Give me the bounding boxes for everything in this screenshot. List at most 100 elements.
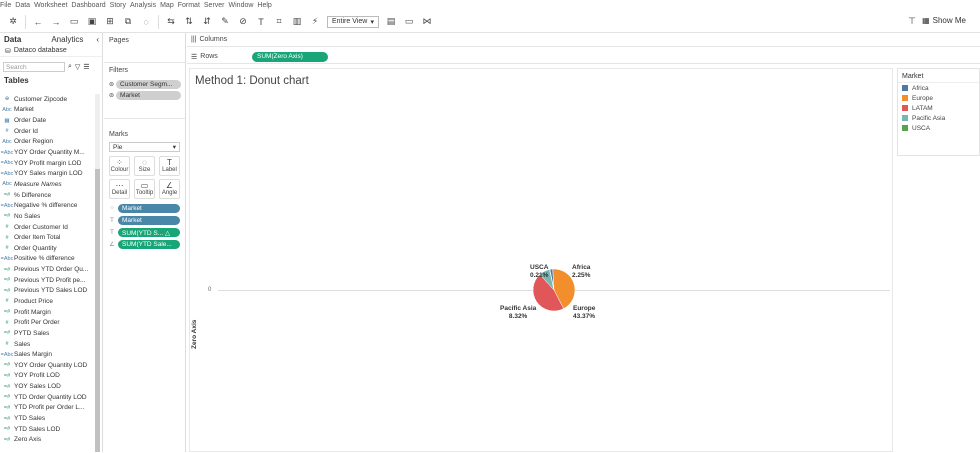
legend-item[interactable]: Africa: [898, 83, 979, 93]
menu-item-server[interactable]: Server: [204, 2, 229, 9]
mark-button-label[interactable]: T Label: [159, 156, 180, 176]
menu-item-story[interactable]: Story: [110, 2, 130, 9]
menu-item-data[interactable]: Data: [15, 2, 34, 9]
field-item[interactable]: # Order Customer Id: [0, 222, 94, 233]
field-item[interactable]: =#% Difference: [0, 190, 94, 201]
menu-item-worksheet[interactable]: Worksheet: [34, 2, 71, 9]
datasource-item[interactable]: ⛁ Dataco database: [0, 45, 102, 57]
show-cards-icon[interactable]: ▥: [291, 16, 303, 28]
highlight-icon[interactable]: ✎: [219, 16, 231, 28]
mark-button-label: Label: [162, 167, 177, 173]
mark-button-detail[interactable]: ⋯ Detail: [109, 179, 130, 199]
field-item[interactable]: =# YOY Sales LOD: [0, 381, 94, 392]
share-icon[interactable]: ⋈: [421, 16, 433, 28]
view-options-icon[interactable]: ☰: [83, 63, 89, 71]
mark-pill[interactable]: SUM(YTD Sale...: [118, 240, 180, 249]
device-preview-icon[interactable]: ▤: [385, 16, 397, 28]
field-item[interactable]: =# YOY Profit LOD: [0, 371, 94, 382]
presentation-icon[interactable]: ▭: [403, 16, 415, 28]
field-item[interactable]: # Profit Per Order: [0, 317, 94, 328]
mark-type-select[interactable]: Pie ▾: [109, 142, 180, 152]
save-icon[interactable]: ▣: [86, 16, 98, 28]
show-me-button[interactable]: ▦ Show Me: [922, 16, 966, 25]
field-item[interactable]: # Sales: [0, 339, 94, 350]
field-list-scrollbar[interactable]: [95, 94, 100, 452]
group-icon[interactable]: ⊘: [237, 16, 249, 28]
pie-chart[interactable]: [190, 69, 894, 453]
labels-icon[interactable]: T: [255, 16, 267, 28]
mark-button-angle[interactable]: ∠ Angle: [159, 179, 180, 199]
rows-pill-zero-axis[interactable]: SUM(Zero Axis): [252, 51, 328, 62]
field-item[interactable]: =# YTD Profit per Order L...: [0, 403, 94, 414]
field-item[interactable]: =# Previous YTD Sales LOD: [0, 286, 94, 297]
new-sheet-icon[interactable]: ⊞: [104, 16, 116, 28]
mark-button-tooltip[interactable]: ▭ Tooltip: [134, 179, 155, 199]
field-item[interactable]: =# YOY Order Quantity LOD: [0, 360, 94, 371]
fit-select[interactable]: Entire View ▾: [327, 15, 379, 28]
filter-icon[interactable]: ▽: [75, 63, 80, 71]
field-item[interactable]: Abc Order Region: [0, 137, 94, 148]
tableau-logo-icon[interactable]: ✲: [7, 16, 19, 28]
legend-item[interactable]: USCA: [898, 123, 979, 133]
clear-sheet-icon[interactable]: ◌: [140, 16, 152, 28]
rows-shelf[interactable]: ☰ Rows SUM(Zero Axis): [187, 50, 980, 64]
columns-shelf[interactable]: ||| Columns: [187, 33, 980, 47]
mark-button-colour[interactable]: ⁘ Colour: [109, 156, 130, 176]
field-item[interactable]: =# YTD Sales: [0, 413, 94, 424]
field-item[interactable]: =Abc YOY Order Quantity M...: [0, 147, 94, 158]
field-item[interactable]: =# Previous YTD Order Qu...: [0, 264, 94, 275]
field-item[interactable]: Abc Measure Names: [0, 179, 94, 190]
redo-icon[interactable]: →: [50, 16, 62, 28]
field-item[interactable]: # Order Quantity: [0, 243, 94, 254]
field-item[interactable]: # Order Item Total: [0, 232, 94, 243]
mark-pill[interactable]: SUM(YTD S... △: [118, 228, 180, 237]
field-item[interactable]: # Product Price: [0, 296, 94, 307]
field-item[interactable]: =# PYTD Sales: [0, 328, 94, 339]
field-item[interactable]: =Abc Sales Margin: [0, 349, 94, 360]
field-item[interactable]: =Abc Negative % difference: [0, 200, 94, 211]
field-item[interactable]: =# YTD Sales LOD: [0, 424, 94, 435]
menu-item-window[interactable]: Window: [229, 2, 258, 9]
menu-item-map[interactable]: Map: [160, 2, 178, 9]
field-item[interactable]: # Order Id: [0, 126, 94, 137]
menu-item-format[interactable]: Format: [178, 2, 204, 9]
field-item[interactable]: =Abc YOY Profit margin LOD: [0, 158, 94, 169]
search-icon[interactable]: ⌕: [68, 63, 72, 71]
menu-item-file[interactable]: File: [0, 2, 15, 9]
field-item[interactable]: =# Zero Axis: [0, 435, 94, 446]
legend-item[interactable]: LATAM: [898, 103, 979, 113]
filter-pill[interactable]: Market: [116, 90, 181, 100]
mark-pill[interactable]: Market: [118, 204, 180, 213]
field-item[interactable]: =# Profit Margin: [0, 307, 94, 318]
undo-icon[interactable]: ←: [32, 16, 44, 28]
tab-analytics[interactable]: Analytics: [47, 35, 87, 44]
field-item[interactable]: ⊕ Customer Zipcode: [0, 94, 94, 105]
new-datasource-icon[interactable]: ▭: [68, 16, 80, 28]
legend-item[interactable]: Pacific Asia: [898, 113, 979, 123]
field-item[interactable]: =Abc Positive % difference: [0, 254, 94, 265]
search-input[interactable]: Search: [3, 62, 65, 72]
field-item[interactable]: =Abc YOY Sales margin LOD: [0, 168, 94, 179]
field-item[interactable]: ▦ Order Date: [0, 115, 94, 126]
menu-item-help[interactable]: Help: [257, 2, 275, 9]
legend-item[interactable]: Europe: [898, 93, 979, 103]
tab-data[interactable]: Data: [0, 35, 25, 44]
field-item[interactable]: =# No Sales: [0, 211, 94, 222]
field-item[interactable]: =# Previous YTD Profit pe...: [0, 275, 94, 286]
sort-ascending-icon[interactable]: ⇅: [183, 16, 195, 28]
duplicate-sheet-icon[interactable]: ⧉: [122, 16, 134, 28]
mark-pill[interactable]: Market: [118, 216, 180, 225]
collapse-icon[interactable]: ‹: [96, 35, 99, 44]
fix-axes-icon[interactable]: ⌗: [273, 16, 285, 28]
scrollbar-thumb[interactable]: [95, 169, 100, 452]
swap-rows-columns-icon[interactable]: ⇆: [165, 16, 177, 28]
menu-item-analysis[interactable]: Analysis: [130, 2, 160, 9]
field-item[interactable]: Abc Market: [0, 105, 94, 116]
mark-button-size[interactable]: ◌ Size: [134, 156, 155, 176]
filter-pill[interactable]: Customer Segm...: [116, 79, 181, 89]
pin-icon[interactable]: ⊤: [908, 16, 916, 27]
sort-descending-icon[interactable]: ⇵: [201, 16, 213, 28]
format-icon[interactable]: ⚡: [309, 16, 321, 28]
menu-item-dashboard[interactable]: Dashboard: [71, 2, 109, 9]
field-item[interactable]: =# YTD Order Quantity LOD: [0, 392, 94, 403]
